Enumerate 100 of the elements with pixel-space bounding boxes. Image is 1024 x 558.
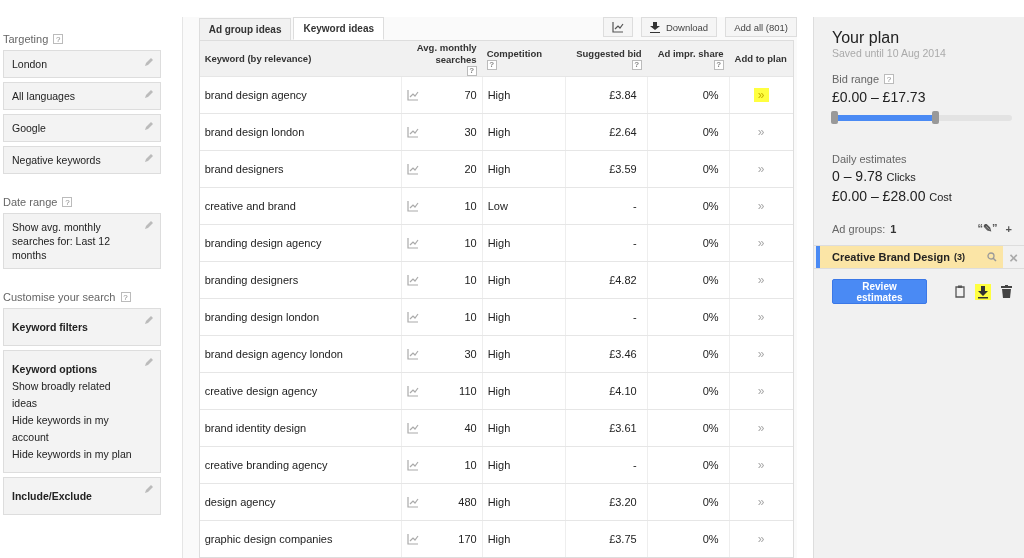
searches-cell: 30 (464, 126, 477, 138)
bid-cell: £3.61 (609, 422, 637, 434)
filter-panel[interactable]: Google (3, 114, 161, 142)
filter-panel[interactable]: Keyword options Show broadly related ideas Hide keywords in my account Hide keywords in my plan (3, 350, 161, 473)
pencil-icon[interactable] (143, 484, 154, 494)
keyword-cell: branding design london (204, 311, 320, 323)
clipboard-icon[interactable] (955, 285, 965, 298)
add-button[interactable]: + (1005, 222, 1012, 235)
help-icon[interactable]: ? (884, 74, 895, 84)
add-to-plan-button[interactable]: » (753, 162, 769, 176)
filter-text: Google (12, 121, 47, 135)
filter-panel[interactable]: All languages (3, 82, 161, 110)
edit-button[interactable]: “✎” (977, 222, 998, 235)
help-icon[interactable]: ? (120, 292, 131, 302)
filter-panel[interactable]: Keyword filters (3, 308, 161, 346)
download-icon (649, 21, 660, 33)
filter-text: Keyword filters (12, 320, 89, 335)
add-to-plan-button[interactable]: » (753, 273, 769, 287)
filter-text: Include/Exclude (12, 489, 93, 504)
line-chart-icon[interactable] (611, 21, 624, 33)
add-to-plan-button[interactable]: » (753, 458, 769, 472)
cost-estimate: £0.00 – £28.00 Cost (832, 188, 953, 204)
search-icon[interactable] (987, 252, 998, 262)
download-button[interactable]: Download (640, 17, 718, 37)
share-cell: 0% (702, 126, 719, 138)
filter-panel[interactable]: Show avg. monthly searches for: Last 12 months (3, 213, 161, 269)
searches-cell: 10 (464, 237, 477, 249)
ad-group-item[interactable]: Creative Brand Design (3) (816, 246, 1004, 268)
add-to-plan-button[interactable]: » (753, 495, 769, 509)
tab[interactable]: Ad group ideas (198, 18, 292, 40)
add-to-plan-button[interactable]: » (753, 532, 769, 546)
help-icon[interactable]: ? (631, 59, 642, 70)
add-to-plan-button[interactable]: » (753, 236, 769, 250)
competition-cell: High (487, 422, 511, 434)
add-to-plan-button[interactable]: » (753, 310, 769, 324)
bid-cell: - (633, 237, 637, 249)
section-title: Customise your search (3, 291, 116, 303)
pencil-icon[interactable] (143, 357, 154, 367)
chart-button[interactable] (602, 17, 633, 37)
pencil-icon[interactable] (143, 220, 154, 230)
pencil-icon[interactable] (143, 315, 154, 325)
bid-cell: - (633, 459, 637, 471)
bid-cell: £3.75 (609, 533, 637, 545)
searches-cell: 30 (464, 348, 477, 360)
add-to-plan-button[interactable]: » (753, 199, 769, 213)
add-to-plan-button[interactable]: » (753, 421, 769, 435)
column-header: Add to plan (734, 52, 787, 65)
keyword-cell: branding designers (204, 274, 299, 286)
keyword-cell: brand design agency (204, 89, 307, 101)
column-header: Avg. monthly searches (415, 41, 477, 66)
share-cell: 0% (702, 274, 719, 286)
add-to-plan-button[interactable]: » (753, 125, 769, 139)
bid-cell: £2.64 (609, 126, 637, 138)
share-cell: 0% (702, 459, 719, 471)
share-cell: 0% (702, 237, 719, 249)
pencil-icon[interactable] (143, 153, 154, 163)
searches-cell: 70 (464, 89, 477, 101)
filter-panel[interactable]: Negative keywords (3, 146, 161, 174)
bid-cell: - (633, 311, 637, 323)
competition-cell: High (487, 348, 511, 360)
bid-cell: - (633, 200, 637, 212)
trash-icon[interactable] (1001, 285, 1012, 298)
keyword-cell: graphic design companies (204, 533, 333, 545)
add-to-plan-button[interactable]: » (753, 347, 769, 361)
filter-text: London (12, 57, 49, 71)
pencil-icon[interactable] (143, 121, 154, 131)
filter-text: Show broadly related ideas (12, 379, 112, 411)
add-to-plan-button[interactable]: » (753, 384, 769, 398)
close-button[interactable]: × (1003, 248, 1024, 266)
share-cell: 0% (702, 422, 719, 434)
keyword-cell: creative branding agency (204, 459, 328, 471)
ad-groups-label: Ad groups: 1 (832, 222, 897, 235)
keyword-cell: brand design london (204, 126, 305, 138)
slider-thumb[interactable] (831, 111, 838, 124)
share-cell: 0% (702, 533, 719, 545)
tab[interactable]: Keyword ideas (293, 17, 385, 40)
pencil-icon[interactable] (143, 89, 154, 99)
help-icon[interactable]: ? (62, 197, 73, 207)
competition-cell: High (487, 496, 511, 508)
clicks-estimate: 0 – 9.78 Clicks (832, 168, 917, 184)
review-estimates-button[interactable]: Review estimates (832, 279, 927, 304)
help-icon[interactable]: ? (486, 59, 497, 70)
add-to-plan-button[interactable]: » (753, 88, 769, 102)
searches-cell: 10 (464, 200, 477, 212)
download-icon[interactable] (975, 283, 991, 300)
pencil-icon[interactable] (143, 57, 154, 67)
help-icon[interactable]: ? (53, 34, 64, 44)
section-title: Targeting (3, 33, 49, 45)
help-icon[interactable]: ? (713, 59, 724, 70)
help-icon[interactable]: ? (466, 65, 477, 76)
add-all-button[interactable]: Add all (801) (725, 17, 797, 37)
bid-cell: £3.46 (609, 348, 637, 360)
searches-cell: 480 (458, 496, 477, 508)
filter-text: All languages (12, 89, 77, 103)
keyword-cell: brand design agency london (204, 348, 343, 360)
filter-panel[interactable]: London (3, 50, 161, 78)
share-cell: 0% (702, 200, 719, 212)
filter-panel[interactable]: Include/Exclude (3, 477, 161, 515)
bid-cell: £4.82 (609, 274, 637, 286)
slider-thumb[interactable] (932, 111, 940, 124)
